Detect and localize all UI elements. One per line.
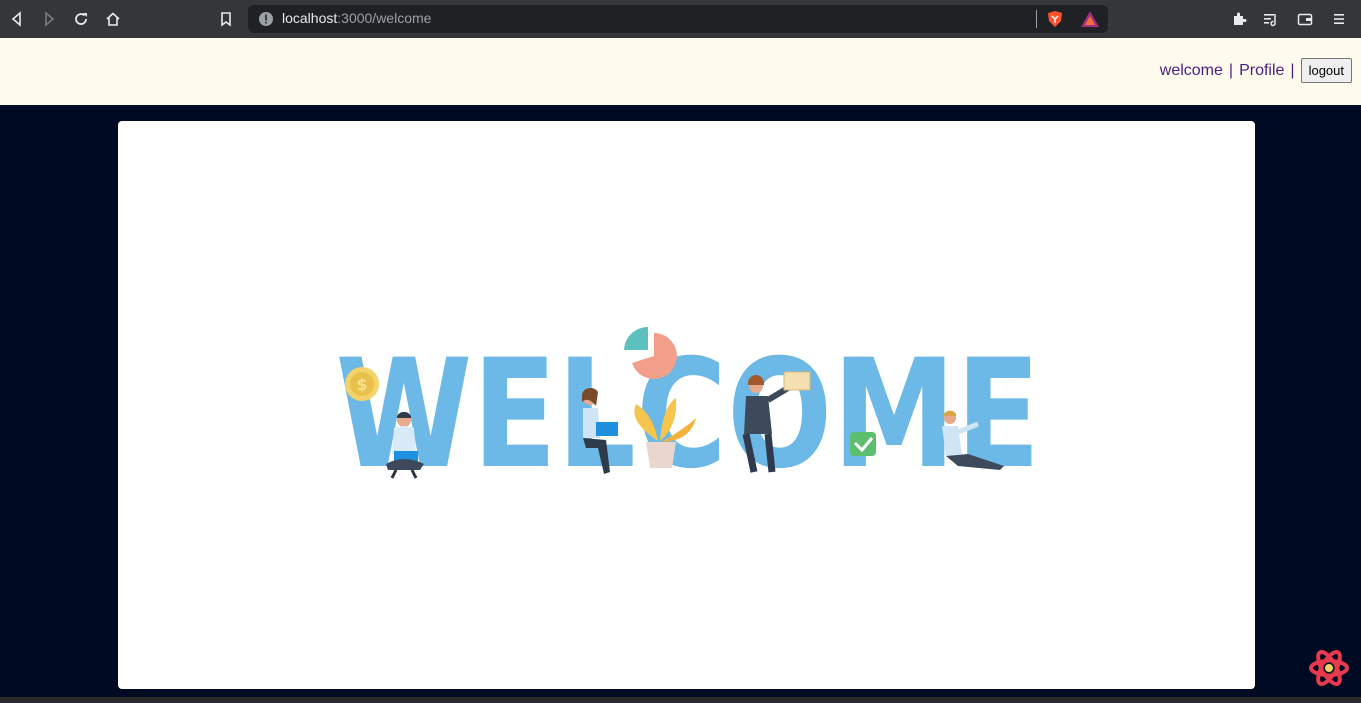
nav-link-welcome[interactable]: welcome xyxy=(1160,62,1223,80)
welcome-word: WELCOME xyxy=(336,328,1041,486)
url-host: localhost xyxy=(282,10,338,26)
bottom-scrollbar xyxy=(0,697,1361,703)
browser-toolbar: localhost:3000/welcome xyxy=(0,0,1361,38)
back-icon[interactable] xyxy=(6,8,28,30)
app-navbar: welcome | Profile | logout xyxy=(0,38,1361,105)
extensions-icon[interactable] xyxy=(1228,8,1250,30)
url-text[interactable]: localhost:3000/welcome xyxy=(282,10,431,26)
nav-separator: | xyxy=(1228,61,1234,79)
url-divider xyxy=(1036,10,1037,28)
checkmark-icon xyxy=(850,432,876,456)
svg-text:$: $ xyxy=(356,375,367,394)
url-path: :3000/welcome xyxy=(337,10,432,26)
address-bar[interactable]: localhost:3000/welcome xyxy=(248,5,1108,33)
brave-rewards-icon[interactable] xyxy=(1080,10,1100,28)
reload-icon[interactable] xyxy=(70,8,92,30)
wallet-icon[interactable] xyxy=(1294,8,1316,30)
coin-icon: $ xyxy=(345,367,379,401)
nav-link-profile[interactable]: Profile xyxy=(1239,62,1284,80)
nav-links: welcome | Profile | logout xyxy=(1160,58,1352,83)
home-icon[interactable] xyxy=(102,8,124,30)
brave-shields-icon[interactable] xyxy=(1046,10,1064,28)
welcome-card: WELCOME $ xyxy=(118,121,1255,689)
logout-button[interactable]: logout xyxy=(1300,58,1352,83)
site-info-icon[interactable] xyxy=(258,11,274,27)
media-playlist-icon[interactable] xyxy=(1260,8,1282,30)
welcome-illustration: WELCOME $ xyxy=(336,327,1041,486)
forward-icon[interactable] xyxy=(38,8,60,30)
bookmark-icon[interactable] xyxy=(215,8,237,30)
menu-icon[interactable] xyxy=(1328,8,1350,30)
react-devtools-icon[interactable] xyxy=(1309,648,1349,688)
nav-separator: | xyxy=(1290,61,1295,79)
